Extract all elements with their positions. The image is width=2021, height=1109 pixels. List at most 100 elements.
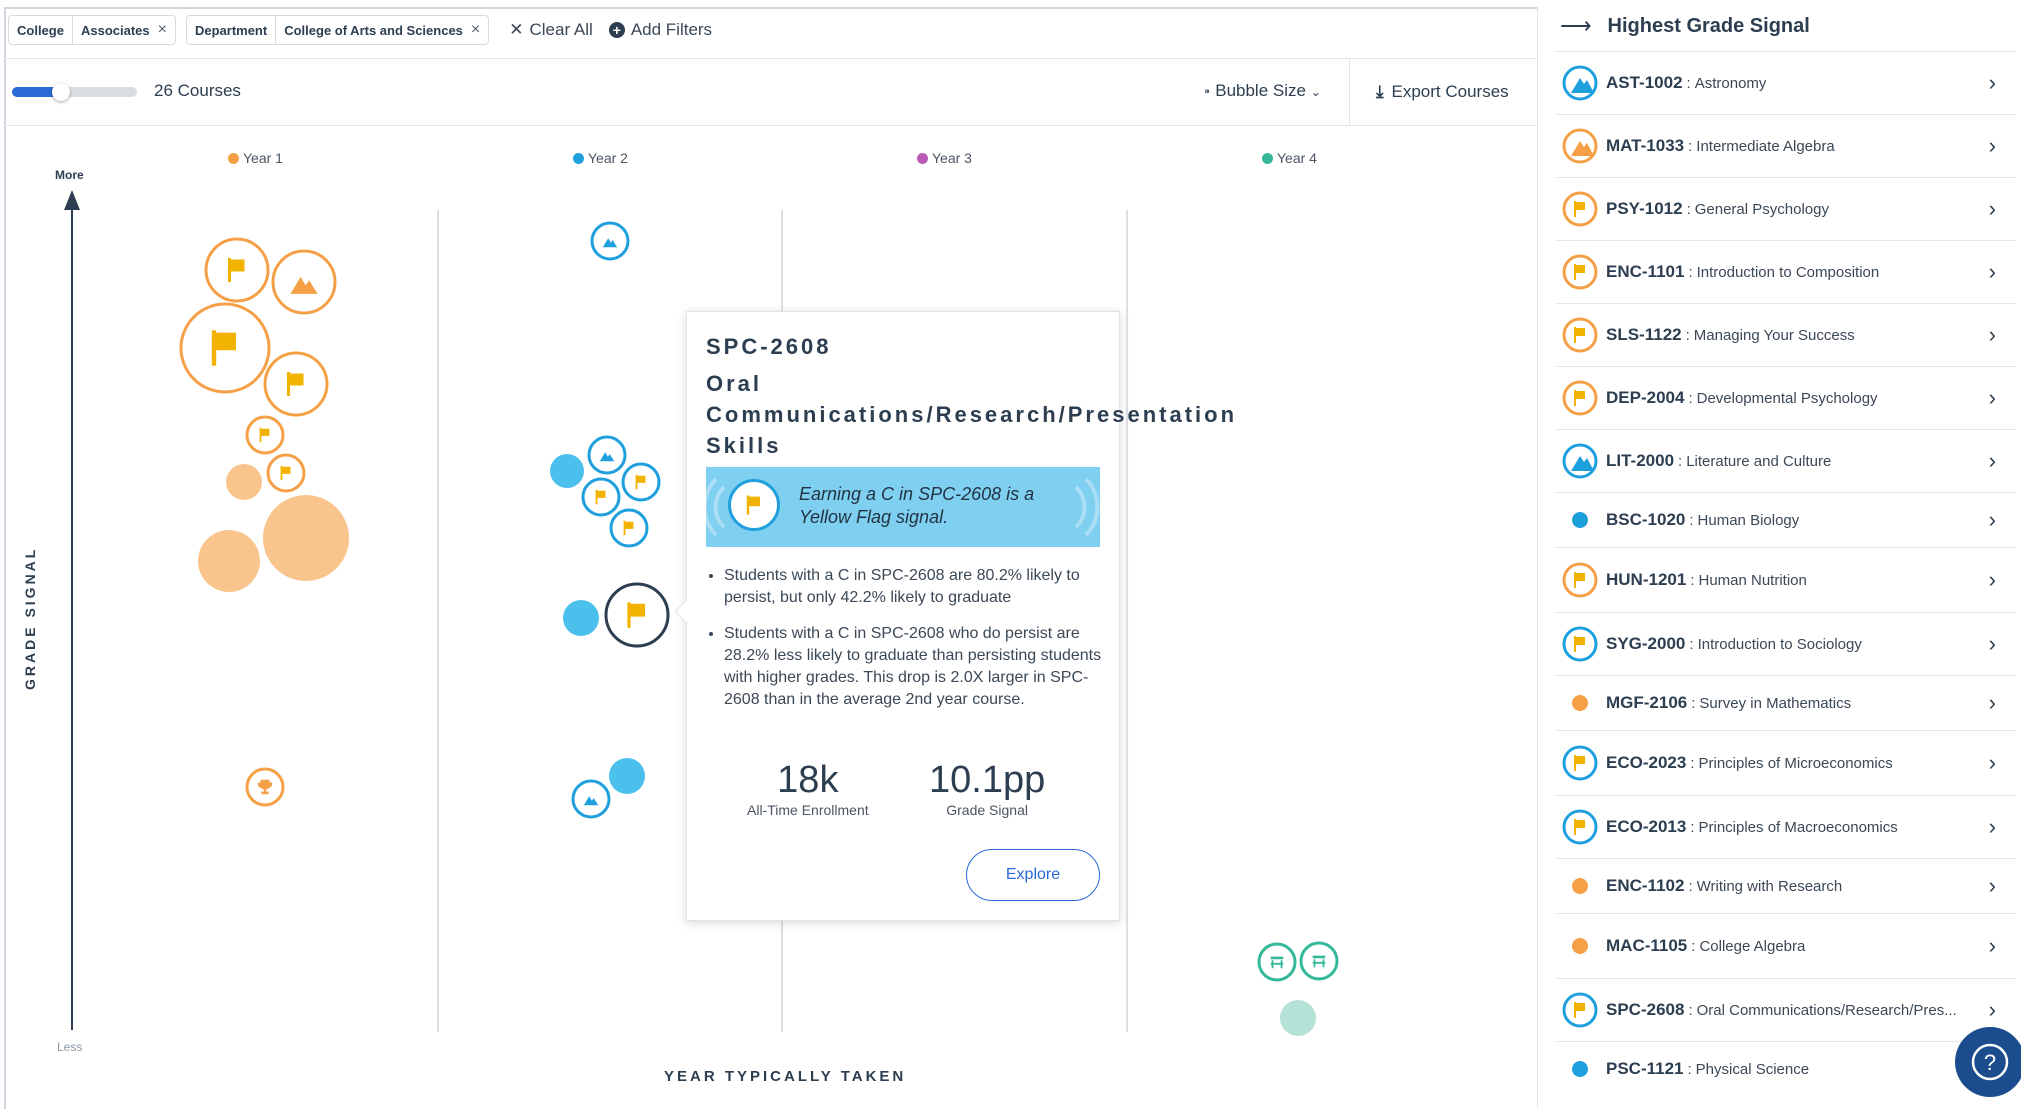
separator: : xyxy=(1686,200,1691,218)
course-code: HUN-1201 xyxy=(1606,570,1687,589)
course-code: SLS-1122 xyxy=(1606,325,1682,344)
course-row[interactable]: PSC-1121:Physical Science› xyxy=(1556,1041,2016,1096)
chevron-right-icon: › xyxy=(1988,322,1996,347)
course-bubble[interactable] xyxy=(609,508,649,548)
tooltip-bullets: Students with a C in SPC-2608 are 80.2% … xyxy=(706,565,1119,725)
separator: : xyxy=(1686,74,1691,92)
course-name: Human Nutrition xyxy=(1698,571,1807,589)
course-row[interactable]: SPC-2608: Oral Communications/Research/Pr… xyxy=(1556,978,2016,1041)
course-bubble[interactable] xyxy=(621,462,661,502)
course-bubble[interactable] xyxy=(266,453,306,493)
course-name: Human Biology xyxy=(1697,511,1800,529)
course-bubble[interactable] xyxy=(1257,942,1297,982)
panel-title: Highest Grade Signal xyxy=(1607,14,1810,37)
dot-icon xyxy=(1562,868,1598,904)
course-bubble[interactable] xyxy=(226,464,262,500)
course-row[interactable]: LIT-2000: Literature and Culture › xyxy=(1556,429,2016,492)
flag-icon xyxy=(1562,745,1598,781)
course-bubble[interactable] xyxy=(263,351,329,417)
chevron-right-icon: › xyxy=(1988,196,1996,221)
course-bubble[interactable] xyxy=(245,415,285,455)
chevron-right-icon: › xyxy=(1988,385,1996,410)
course-name: Introduction to Sociology xyxy=(1697,635,1862,653)
course-row[interactable]: MAC-1105: College Algebra › xyxy=(1556,913,2016,978)
course-bubble[interactable] xyxy=(245,767,285,807)
flag-icon xyxy=(1562,809,1598,845)
signal-text: Earning a C in SPC-2608 is a Yellow Flag… xyxy=(799,484,1035,527)
course-row[interactable]: ENC-1102: Writing with Research › xyxy=(1556,858,2016,913)
course-code: PSY-1012 xyxy=(1606,199,1683,218)
separator: : xyxy=(1690,571,1695,589)
separator: : xyxy=(1687,1060,1692,1078)
course-code: MAC-1105 xyxy=(1606,936,1688,955)
flag-icon xyxy=(1562,254,1598,290)
course-bubble[interactable] xyxy=(263,495,349,581)
course-bubble[interactable] xyxy=(271,249,337,315)
course-list: AST-1002: Astronomy › MAT-1033: Intermediate… xyxy=(1556,51,2016,1096)
course-bubble[interactable] xyxy=(204,237,270,303)
separator: : xyxy=(1689,635,1694,653)
course-bubble[interactable] xyxy=(1280,1000,1316,1036)
course-code: ENC-1101 xyxy=(1606,262,1685,281)
course-row[interactable]: BSC-1020: Human Biology › xyxy=(1556,492,2016,547)
course-row[interactable]: ECO-2013: Principles of Macroeconomics › xyxy=(1556,795,2016,858)
course-code: MGF-2106 xyxy=(1606,693,1688,712)
separator: : xyxy=(1689,511,1694,529)
course-bubble[interactable] xyxy=(581,477,621,517)
tooltip-bullet: Students with a C in SPC-2608 are 80.2% … xyxy=(724,565,1119,609)
course-name: Managing Your Success xyxy=(1693,326,1855,344)
mountain-icon xyxy=(1562,443,1598,479)
flag-icon xyxy=(728,479,780,531)
course-name: Intermediate Algebra xyxy=(1696,137,1835,155)
course-code: ECO-2013 xyxy=(1606,817,1687,836)
course-row[interactable]: AST-1002: Astronomy › xyxy=(1556,51,2016,114)
metric-caption: Grade Signal xyxy=(946,802,1028,818)
course-row[interactable]: DEP-2004: Developmental Psychology › xyxy=(1556,366,2016,429)
help-icon: ? xyxy=(1971,1043,2009,1081)
course-bubble[interactable] xyxy=(1299,941,1339,981)
course-bubble[interactable] xyxy=(587,435,627,475)
chevron-right-icon: › xyxy=(1988,70,1996,95)
course-row[interactable]: SLS-1122: Managing Your Success › xyxy=(1556,303,2016,366)
course-bubble[interactable] xyxy=(609,758,645,794)
mountain-icon xyxy=(1562,65,1598,101)
course-bubble[interactable] xyxy=(563,600,599,636)
metric-value: 18k xyxy=(777,759,839,801)
arrow-right-icon[interactable]: ⟶ xyxy=(1560,13,1592,39)
separator: : xyxy=(1688,263,1693,281)
course-row[interactable]: SYG-2000: Introduction to Sociology › xyxy=(1556,612,2016,675)
course-row[interactable]: HUN-1201: Human Nutrition › xyxy=(1556,547,2016,612)
dot-icon xyxy=(1562,1051,1598,1087)
chevron-right-icon: › xyxy=(1988,750,1996,775)
course-row[interactable]: ECO-2023: Principles of Microeconomics › xyxy=(1556,730,2016,795)
course-bubble[interactable] xyxy=(179,302,271,394)
course-bubble[interactable] xyxy=(550,454,584,488)
mountain-icon xyxy=(1562,128,1598,164)
course-name: Survey in Mathematics xyxy=(1699,694,1852,712)
chevron-right-icon: › xyxy=(1988,448,1996,473)
course-row[interactable]: MGF-2106: Survey in Mathematics › xyxy=(1556,675,2016,730)
explore-button[interactable]: Explore xyxy=(966,849,1100,901)
help-button[interactable]: ? xyxy=(1955,1027,2021,1097)
course-bubble[interactable] xyxy=(590,221,630,261)
flag-icon xyxy=(1562,317,1598,353)
chevron-right-icon: › xyxy=(1988,259,1996,284)
flag-icon xyxy=(1562,191,1598,227)
panel-header: ⟶ Highest Grade Signal xyxy=(1560,13,1810,39)
course-code: DEP-2004 xyxy=(1606,388,1685,407)
course-bubble[interactable] xyxy=(571,779,611,819)
course-code: ECO-2023 xyxy=(1606,753,1687,772)
course-bubble[interactable] xyxy=(198,530,260,592)
y-axis-arrowhead xyxy=(64,190,80,210)
course-code: MAT-1033 xyxy=(1606,136,1685,155)
course-bubble-selected[interactable] xyxy=(604,582,670,648)
course-name: Introduction to Composition xyxy=(1696,263,1880,281)
course-code: LIT-2000 xyxy=(1606,451,1675,470)
course-code: SPC-2608 xyxy=(1606,1000,1685,1019)
course-row[interactable]: MAT-1033: Intermediate Algebra › xyxy=(1556,114,2016,177)
course-row[interactable]: PSY-1012: General Psychology › xyxy=(1556,177,2016,240)
separator: : xyxy=(1688,389,1693,407)
course-row[interactable]: ENC-1101: Introduction to Composition › xyxy=(1556,240,2016,303)
course-code: BSC-1020 xyxy=(1606,510,1686,529)
metric-grade-signal: 10.1pp Grade Signal xyxy=(929,759,1045,818)
